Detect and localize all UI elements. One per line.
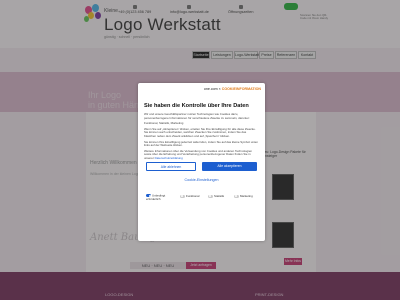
category-functional[interactable]: Funktional — [180, 194, 199, 198]
consent-body: Wir und unsere Geschäftspartner nutzen T… — [144, 112, 259, 163]
consent-brand: one.com × COOKIEINFORMATION — [203, 87, 261, 91]
toggle-functional[interactable] — [180, 194, 185, 198]
cookie-consent-dialog: one.com × COOKIEINFORMATION Sie haben di… — [138, 83, 265, 241]
accept-all-button[interactable]: Alle akzeptieren — [202, 162, 257, 171]
toggle-marketing[interactable] — [234, 194, 239, 198]
consent-title: Sie haben die Kontrolle über Ihre Daten — [144, 103, 249, 109]
consent-categories: Unbedingt erforderlich Funktional Statis… — [146, 193, 261, 202]
toggle-statistics[interactable] — [208, 194, 213, 198]
category-marketing[interactable]: Marketing — [234, 194, 253, 198]
consent-text-4: Sie können Ihre Einwilligung jederzeit w… — [144, 139, 258, 148]
toggle-necessary[interactable] — [146, 194, 151, 197]
privacy-policy-link[interactable]: Datenschutzerklärung — [155, 156, 183, 160]
category-necessary[interactable]: Unbedingt erforderlich — [146, 193, 172, 201]
consent-purposes: Funktional, Statistik, Marketing — [144, 121, 184, 126]
consent-text-1: Wir und unsere Geschäftspartner nutzen T… — [144, 112, 250, 120]
consent-text-5: Weitere Informationen über die Verwendun… — [144, 148, 253, 160]
category-statistics[interactable]: Statistik — [208, 194, 224, 198]
reject-all-button[interactable]: Alle ablehnen — [146, 162, 196, 171]
cookie-settings-button[interactable]: Cookie-Einstellungen — [138, 178, 265, 182]
consent-text-3: Wenn Sie auf „Akzeptieren“ klicken, erte… — [144, 126, 256, 138]
